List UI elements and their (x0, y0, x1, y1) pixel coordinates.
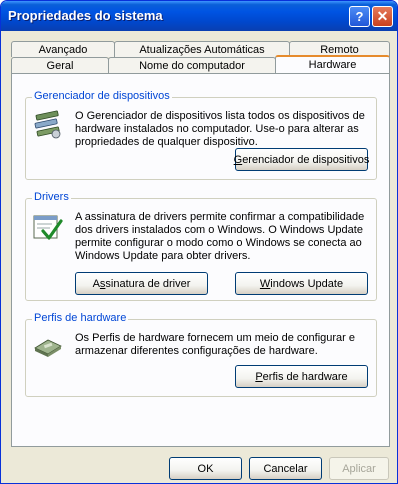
device-manager-button[interactable]: Gerenciador de dispositivos (233, 148, 370, 171)
ok-button-label: OK (197, 462, 214, 475)
device-manager-button-label: erenciador de dispositivos (242, 153, 370, 166)
device-manager-group-label: Gerenciador de dispositivos (32, 90, 172, 102)
tab-atualizacoes-automaticas[interactable]: Atualizações Automáticas (114, 41, 290, 57)
cancel-button-label: Cancelar (263, 462, 308, 475)
apply-button-label: Aplicar (342, 462, 376, 475)
hardware-profiles-button-label: erfis de hardware (262, 370, 348, 383)
cancel-button[interactable]: Cancelar (249, 457, 322, 480)
device-manager-icon (32, 110, 64, 143)
close-button[interactable]: ✕ (372, 6, 393, 27)
hardware-profiles-group: Perfis de hardware Os Perfis de hardware… (25, 312, 377, 397)
hardware-profiles-button-mnemonic: P (255, 370, 263, 383)
drivers-group-label: Drivers (32, 191, 71, 203)
hardware-profiles-group-label: Perfis de hardware (32, 312, 129, 324)
hardware-profiles-button[interactable]: Perfis de hardware (235, 365, 368, 388)
hardware-tab-panel: Gerenciador de dispositivos O Gerenciado… (11, 73, 390, 447)
device-manager-button-mnemonic: G (233, 153, 243, 166)
ok-button[interactable]: OK (169, 457, 242, 480)
tab-geral[interactable]: Geral (11, 57, 109, 73)
help-button[interactable]: ? (349, 6, 370, 27)
device-manager-description: O Gerenciador de dispositivos lista todo… (75, 110, 365, 148)
title-bar[interactable]: Propriedades do sistema ? ✕ (1, 1, 397, 31)
system-properties-window: Propriedades do sistema ? ✕ Avançado Atu… (0, 0, 398, 484)
tab-nome-do-computador[interactable]: Nome do computador (108, 57, 276, 73)
driver-signing-button-label: sinatura de driver (105, 277, 191, 290)
hardware-profiles-description: Os Perfis de hardware fornecem um meio d… (75, 332, 356, 357)
tab-row-bottom: Geral Nome do computador Hardware (11, 55, 390, 73)
windows-update-button-mnemonic: W (259, 277, 271, 290)
windows-update-button[interactable]: Windows Update (235, 272, 368, 295)
driver-signing-icon (32, 213, 64, 246)
drivers-group: Drivers A assinatura de drivers permite … (25, 191, 377, 301)
windows-update-button-label: indows Update (270, 277, 344, 290)
driver-signing-button[interactable]: As sinatura de driver (75, 272, 208, 295)
hardware-profiles-icon (32, 332, 64, 363)
help-icon: ? (355, 9, 364, 24)
close-icon: ✕ (376, 8, 389, 24)
window-title: Propriedades do sistema (8, 8, 163, 23)
apply-button[interactable]: Aplicar (329, 457, 389, 480)
tab-hardware[interactable]: Hardware (275, 55, 390, 73)
tab-avancado[interactable]: Avançado (11, 41, 115, 57)
drivers-description: A assinatura de drivers permite confirma… (75, 211, 365, 262)
device-manager-group: Gerenciador de dispositivos O Gerenciado… (25, 90, 377, 180)
driver-signing-button-prefix: A (92, 277, 100, 290)
